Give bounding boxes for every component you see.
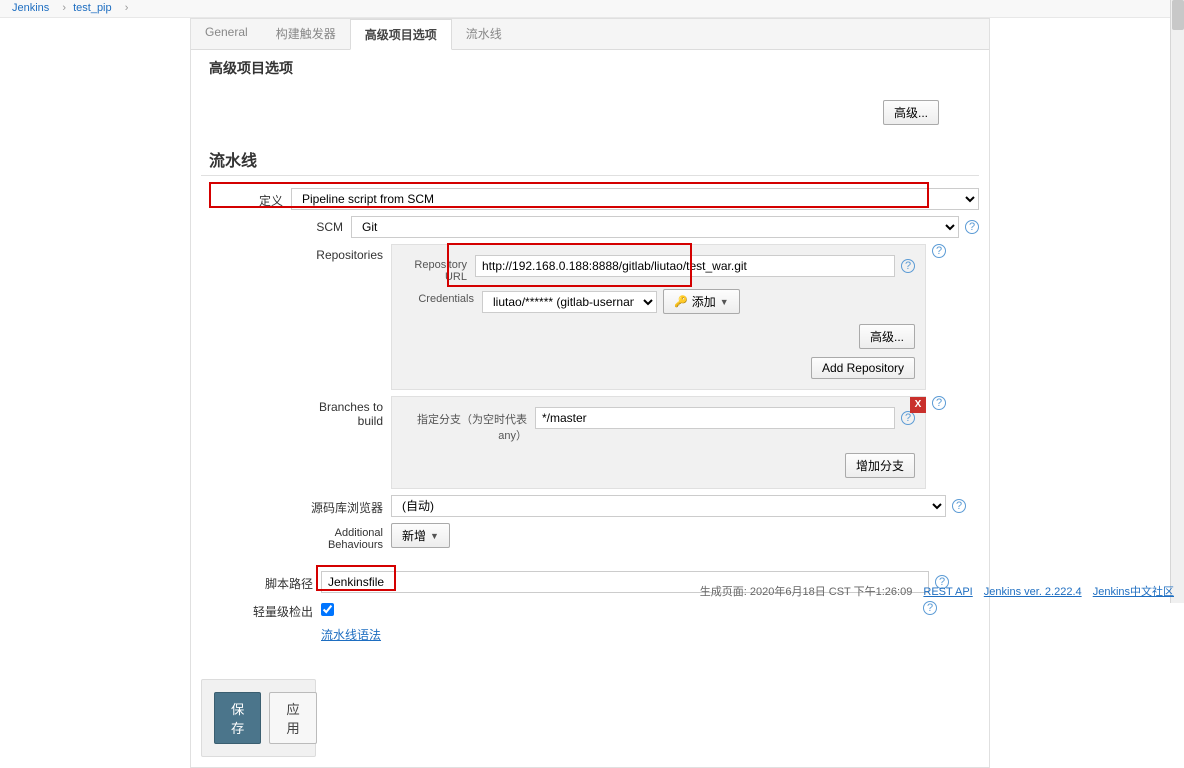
chevron-down-icon: ▼	[720, 297, 729, 307]
save-button[interactable]: 保存	[214, 692, 261, 744]
footer-version-link[interactable]: Jenkins ver. 2.222.4	[984, 586, 1082, 598]
source-browser-row: 源码库浏览器 (自动) ?	[301, 495, 979, 517]
apply-button[interactable]: 应用	[269, 692, 316, 744]
help-icon[interactable]: ?	[932, 244, 946, 258]
lightweight-checkbox[interactable]	[321, 603, 334, 616]
key-icon: 🔑	[674, 295, 688, 308]
repositories-row: Repositories Repository URL ? Credential…	[301, 244, 979, 390]
page-footer: 生成页面: 2020年6月18日 CST 下午1:26:09 REST API …	[700, 579, 1174, 603]
branch-spec-input[interactable]	[535, 407, 895, 429]
tab-general[interactable]: General	[191, 19, 262, 49]
scm-row: SCM Git ?	[261, 216, 979, 238]
definition-row: 定义 Pipeline script from SCM	[201, 188, 979, 210]
repository-panel: Repository URL ? Credentials liutao/****…	[391, 244, 926, 390]
footer-gen-text: 生成页面: 2020年6月18日 CST 下午1:26:09	[700, 586, 913, 598]
branch-spec-row: 指定分支（为空时代表any） ?	[402, 407, 915, 443]
help-icon[interactable]: ?	[901, 259, 915, 273]
source-browser-select[interactable]: (自动)	[391, 495, 946, 517]
chevron-down-icon: ▼	[430, 531, 439, 541]
branch-spec-label: 指定分支（为空时代表any）	[402, 407, 535, 443]
delete-branch-button[interactable]: X	[910, 397, 926, 413]
branches-row: Branches to build X 指定分支（为空时代表any） ? 增	[301, 396, 979, 489]
advanced-options-button[interactable]: 高级...	[883, 100, 939, 125]
help-icon[interactable]: ?	[901, 411, 915, 425]
source-browser-label: 源码库浏览器	[301, 495, 391, 516]
definition-label: 定义	[201, 188, 291, 209]
breadcrumb-sep: ›	[125, 2, 129, 14]
vertical-scrollbar[interactable]	[1170, 0, 1184, 603]
definition-select[interactable]: Pipeline script from SCM	[291, 188, 979, 210]
tabs-bar: General 构建触发器 高级项目选项 流水线	[191, 19, 989, 50]
branches-panel: X 指定分支（为空时代表any） ? 增加分支	[391, 396, 926, 489]
lightweight-label: 轻量级检出	[231, 599, 321, 620]
pipeline-syntax-row: 流水线语法	[231, 626, 979, 643]
help-icon[interactable]: ?	[932, 396, 946, 410]
pipeline-syntax-link[interactable]: 流水线语法	[321, 628, 381, 642]
breadcrumb-project[interactable]: test_pip	[73, 2, 112, 14]
breadcrumb: Jenkins › test_pip ›	[0, 0, 1184, 18]
scm-label: SCM	[261, 216, 351, 234]
repo-url-input[interactable]	[475, 255, 895, 277]
add-behaviour-label: 新增	[402, 527, 426, 544]
additional-behaviours-row: Additional Behaviours 新增 ▼	[301, 523, 979, 551]
tab-triggers[interactable]: 构建触发器	[262, 19, 350, 49]
branches-label: Branches to build	[301, 396, 391, 428]
scrollbar-thumb[interactable]	[1172, 0, 1184, 30]
tab-advanced-options[interactable]: 高级项目选项	[350, 19, 452, 50]
add-credentials-button[interactable]: 🔑 添加 ▼	[663, 289, 740, 314]
repo-advanced-button[interactable]: 高级...	[859, 324, 915, 349]
help-icon[interactable]: ?	[965, 220, 979, 234]
content-area: 高级项目选项 高级... 流水线 定义 Pipeline script from…	[191, 50, 989, 669]
scm-select[interactable]: Git	[351, 216, 959, 238]
repo-url-label: Repository URL	[402, 255, 475, 283]
credentials-row: Credentials liutao/****** (gitlab-userna…	[402, 289, 915, 314]
add-branch-button[interactable]: 增加分支	[845, 453, 915, 478]
advanced-section-title: 高级项目选项	[201, 54, 979, 82]
credentials-select[interactable]: liutao/****** (gitlab-username-name)	[482, 291, 657, 313]
help-icon[interactable]: ?	[952, 499, 966, 513]
credentials-label: Credentials	[402, 289, 482, 305]
config-panel: General 构建触发器 高级项目选项 流水线 高级项目选项 高级... 流水…	[190, 18, 990, 768]
script-path-label: 脚本路径	[231, 571, 321, 592]
footer-rest-api-link[interactable]: REST API	[923, 586, 972, 598]
repositories-label: Repositories	[301, 244, 391, 262]
footer-community-link[interactable]: Jenkins中文社区	[1093, 586, 1174, 598]
save-panel: 保存 应用	[201, 679, 316, 757]
add-repository-button[interactable]: Add Repository	[811, 357, 915, 379]
tab-pipeline[interactable]: 流水线	[452, 19, 516, 49]
breadcrumb-root[interactable]: Jenkins	[12, 2, 49, 14]
pipeline-section-title: 流水线	[201, 143, 979, 176]
breadcrumb-sep: ›	[62, 2, 66, 14]
add-credentials-label: 添加	[692, 293, 716, 310]
additional-behaviours-label: Additional Behaviours	[301, 523, 391, 551]
repo-url-row: Repository URL ?	[402, 255, 915, 283]
add-behaviour-button[interactable]: 新增 ▼	[391, 523, 450, 548]
